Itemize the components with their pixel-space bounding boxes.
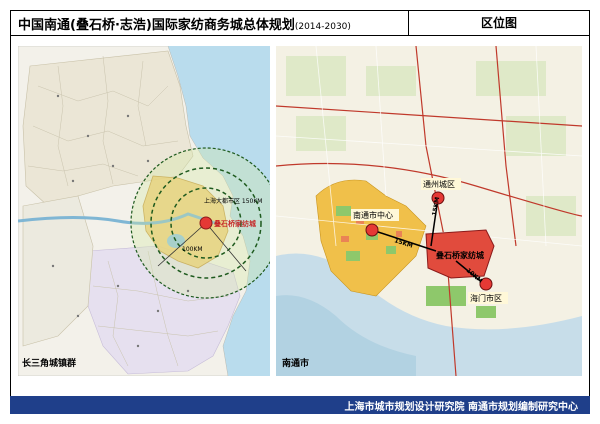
ring-label-150km: 上海大都市区 150KM [204,197,262,205]
footer-institutes: 上海市城市规划设计研究院 南通市规划编制研究中心 [344,402,578,413]
nantong-map-graphic: 通州城区 南通市中心 叠石桥家纺城 海门市区 15KM 15KM 10KM [276,46,582,376]
label-tongzhou: 通州城区 [423,179,455,189]
plan-title: 中国南通(叠石桥·志浩)国际家纺商务城总体规划(2014-2030) [18,18,351,33]
label-site: 叠石桥家纺城 [436,250,484,260]
title-bar: 中国南通(叠石桥·志浩)国际家纺商务城总体规划(2014-2030) 区位图 [10,10,590,36]
marker-nantong-center [365,223,379,237]
site-marker [199,216,213,230]
right-map-caption: 南通市 [282,359,310,369]
yangtze-delta-map: 上海大都市区 150KM 100KM 叠石桥家纺城 [18,46,270,376]
label-nantong-center: 南通市中心 [353,210,393,220]
label-haimen: 海门市区 [470,293,502,303]
nantong-map: 通州城区 南通市中心 叠石桥家纺城 海门市区 15KM 15KM 10KM [276,46,582,376]
plan-years: (2014-2030) [294,22,351,32]
sheet-name: 区位图 [480,16,517,30]
delta-map-graphic: 上海大都市区 150KM 100KM 叠石桥家纺城 [18,46,270,376]
footer-bar: 上海市城市规划设计研究院 南通市规划编制研究中心 [10,396,590,414]
ring-label-100km: 100KM [182,246,203,253]
site-label: 叠石桥家纺城 [214,219,256,228]
left-map-caption: 长三角城镇群 [22,359,77,369]
